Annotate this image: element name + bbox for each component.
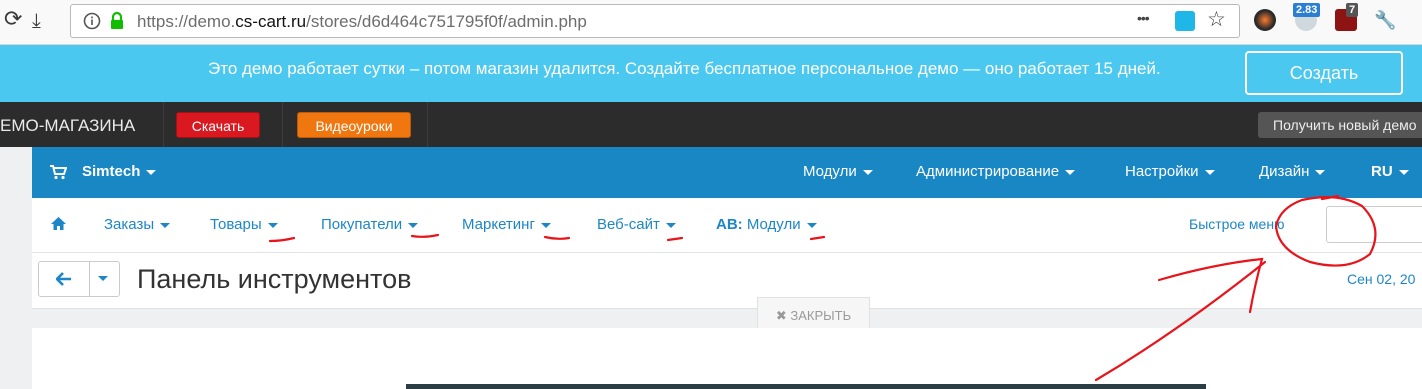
chevron-down-icon	[1065, 169, 1076, 175]
color-picker-extension-icon[interactable]	[1254, 9, 1276, 31]
extension-badge: 7	[1346, 3, 1359, 17]
more-icon[interactable]: •••	[1137, 10, 1150, 26]
get-new-demo-button[interactable]: Получить новый демо	[1258, 112, 1422, 138]
toolbar-divider	[427, 102, 428, 147]
page-title: Панель инструментов	[137, 264, 412, 294]
chevron-down-icon	[540, 222, 551, 228]
menu-modules[interactable]: Модули	[803, 163, 873, 180]
store-selector[interactable]: Simtech	[82, 163, 157, 180]
admin-header: Simtech Модули Администрирование Настрой…	[32, 147, 1422, 198]
chevron-down-icon	[146, 169, 157, 175]
menu-design[interactable]: Дизайн	[1259, 163, 1326, 180]
video-tutorials-button[interactable]: Видеоуроки	[297, 112, 411, 138]
close-icon: ✖	[775, 308, 787, 323]
browser-toolbar: ⟳ ⤓ https://demo.cs-cart.ru/stores/d6d46…	[0, 0, 1422, 45]
chevron-down-icon	[160, 222, 171, 228]
dashboard-content	[32, 328, 1422, 389]
menu-settings[interactable]: Настройки	[1125, 163, 1215, 180]
url-text[interactable]: https://demo.cs-cart.ru/stores/d6d464c75…	[137, 12, 587, 32]
nav-orders[interactable]: Заказы	[104, 216, 171, 233]
date-picker-link[interactable]: Сен 02, 20	[1347, 271, 1415, 287]
chevron-down-icon	[665, 222, 676, 228]
bookmark-star-icon[interactable]: ☆	[1207, 7, 1226, 32]
dashboard-banner	[406, 384, 1206, 389]
wrench-icon[interactable]: 🔧	[1374, 8, 1396, 32]
chevron-down-icon	[408, 222, 419, 228]
home-icon[interactable]	[50, 216, 67, 231]
chevron-down-icon	[1204, 169, 1215, 175]
extension-icon[interactable]	[1175, 11, 1195, 31]
chevron-down-icon	[1398, 169, 1409, 175]
search-input[interactable]	[1326, 206, 1422, 243]
back-button[interactable]	[38, 261, 90, 297]
chevron-down-icon	[862, 169, 873, 175]
extension-badge: 2.83	[1293, 3, 1321, 17]
nav-customers[interactable]: Покупатели	[321, 216, 419, 233]
chevron-down-icon	[98, 276, 108, 281]
chevron-down-icon	[1315, 169, 1326, 175]
main-nav: Заказы Товары Покупатели Маркетинг Веб-с…	[32, 198, 1422, 253]
demo-store-title: ЕМО-МАГАЗИНА	[0, 116, 136, 135]
download-icon[interactable]: ⤓	[32, 9, 41, 33]
arrow-left-icon	[56, 272, 71, 286]
toolbar-divider	[163, 102, 164, 147]
lock-icon[interactable]	[109, 11, 125, 31]
nav-products[interactable]: Товары	[210, 216, 278, 233]
nav-website[interactable]: Веб-сайт	[597, 216, 676, 233]
chevron-down-icon	[267, 222, 278, 228]
language-selector[interactable]: RU	[1371, 163, 1409, 180]
address-bar[interactable]: https://demo.cs-cart.ru/stores/d6d464c75…	[70, 4, 1240, 38]
nav-marketing[interactable]: Маркетинг	[462, 216, 551, 233]
history-dropdown-button[interactable]	[89, 261, 120, 297]
quick-menu-link[interactable]: Быстрое меню	[1189, 216, 1285, 232]
page-title-bar: Панель инструментов Сен 02, 20	[32, 253, 1422, 309]
menu-administration[interactable]: Администрирование	[916, 163, 1076, 180]
create-demo-button[interactable]: Создать	[1245, 51, 1403, 95]
nav-ab-modules[interactable]: AB: Модули	[716, 216, 817, 233]
reload-icon[interactable]: ⟳	[4, 7, 22, 31]
demo-notice-banner: Это демо работает сутки – потом магазин …	[0, 45, 1422, 102]
demo-toolbar: ЕМО-МАГАЗИНА Скачать Видеоуроки Получить…	[0, 102, 1422, 147]
chevron-down-icon	[806, 222, 817, 228]
info-icon[interactable]	[83, 12, 101, 30]
demo-notice-text: Это демо работает сутки – потом магазин …	[208, 59, 1161, 78]
cart-icon	[50, 165, 67, 180]
toolbar-divider	[282, 102, 283, 147]
download-button[interactable]: Скачать	[176, 112, 260, 138]
